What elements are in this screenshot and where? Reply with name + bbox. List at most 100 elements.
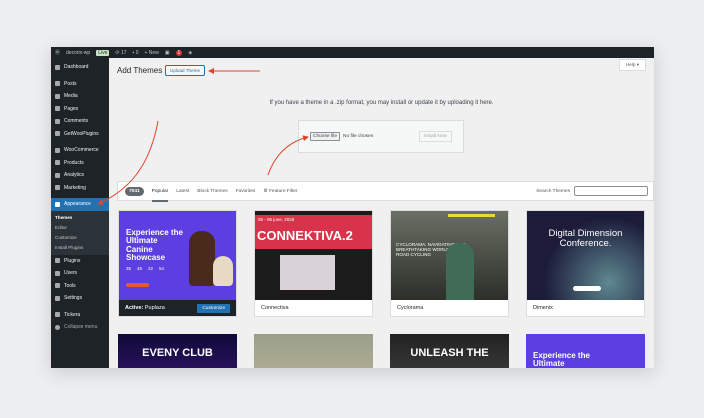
search-input[interactable] <box>574 186 648 196</box>
theme-headline: Experience the Ultimate Canine Showcase <box>126 228 183 263</box>
choose-file-button[interactable]: Choose file <box>310 132 340 141</box>
tab-favorites[interactable]: Favorites <box>236 189 256 194</box>
submenu-editor[interactable]: Editor <box>51 223 109 233</box>
search-themes: Search Themes <box>536 186 648 196</box>
comments-count: 0 <box>135 49 139 56</box>
brush-icon <box>55 201 60 207</box>
settings-icon <box>55 295 60 301</box>
theme-name: Cyclorama <box>397 305 424 311</box>
theme-headline: Digital Dimension Conference. <box>548 228 623 249</box>
analytics-icon <box>55 172 60 178</box>
yoast-icon[interactable]: ▣ <box>165 50 170 56</box>
theme-screenshot: Experience the Ultimate Canine <box>526 334 645 368</box>
sidebar-item-appearance[interactable]: Appearance <box>51 198 109 211</box>
label: Tools <box>64 282 76 289</box>
counter: 22 <box>148 266 154 271</box>
tab-block-themes[interactable]: Block Themes <box>197 189 227 194</box>
theme-card-puplaza[interactable]: Experience the Ultimate Canine Showcase … <box>118 210 237 317</box>
theme-screenshot: 05 - 06 june, 2026 CONNEKTIVA.2 <box>255 211 372 300</box>
sidebar-item-getwooplugins[interactable]: GetWooPlugins <box>51 128 109 141</box>
theme-card-dimenix[interactable]: Digital Dimension Conference. Dimenix <box>526 210 645 317</box>
label: Settings <box>64 295 83 302</box>
theme-count: 7041 <box>125 186 144 196</box>
wrench-icon <box>55 283 60 289</box>
sidebar-item-woocommerce[interactable]: WooCommerce <box>51 144 109 157</box>
updates-link[interactable]: ⟳ 17 <box>115 50 126 56</box>
label: Posts <box>64 80 77 87</box>
appearance-submenu: Themes Editor Customize Install Plugins <box>51 210 109 255</box>
collapse-menu[interactable]: Collapse menu <box>51 321 109 334</box>
new-link[interactable]: + New <box>145 50 159 56</box>
theme-screenshot: EVENY CLUB <box>118 334 237 368</box>
theme-filter-bar: 7041 Popular Latest Block Themes Favorit… <box>117 181 654 202</box>
active-label: Active: <box>125 305 144 311</box>
comment-icon <box>55 118 60 124</box>
sidebar-item-posts[interactable]: Posts <box>51 78 109 91</box>
admin-bar: Ⓦ decorix-wp Live ⟳ 17 ▪ 0 + New ▣ 1 ◈ <box>51 47 654 58</box>
upload-theme-button[interactable]: Upload Theme <box>165 65 206 76</box>
plugin-grid-icon <box>55 131 60 137</box>
tab-latest[interactable]: Latest <box>176 189 189 194</box>
theme-card-connectiva[interactable]: 05 - 06 june, 2026 CONNEKTIVA.2 Connecti… <box>254 210 373 317</box>
theme-screenshot: CYCLORAMA: NAVIGATING THE BREATHTAKING W… <box>391 211 508 300</box>
help-tab[interactable]: Help ▾ <box>618 59 646 71</box>
sidebar-item-pages[interactable]: Pages <box>51 103 109 116</box>
main-content: Add Themes Upload Theme Help ▾ If you ha… <box>109 58 654 368</box>
sidebar-item-analytics[interactable]: Analytics <box>51 169 109 182</box>
sidebar-item-plugins[interactable]: Plugins <box>51 255 109 268</box>
label: Appearance <box>64 201 91 208</box>
feature-filter-button[interactable]: ⚙ Feature Filter <box>263 189 297 194</box>
notification-badge[interactable]: 1 <box>175 49 183 56</box>
install-now-button[interactable]: Install Now <box>418 131 452 142</box>
label: Comments <box>64 118 89 125</box>
theme-date: 05 - 06 june, 2026 <box>258 217 295 222</box>
cyclist-image <box>446 243 474 300</box>
theme-headline: Experience the Ultimate Canine <box>533 351 590 368</box>
label: Pages <box>64 105 79 112</box>
megaphone-icon <box>55 185 60 191</box>
sidebar-item-users[interactable]: Users <box>51 267 109 280</box>
comments-link[interactable]: ▪ 0 <box>133 50 139 56</box>
theme-name: Connectiva <box>261 305 289 311</box>
wordpress-logo-icon[interactable]: Ⓦ <box>55 49 60 56</box>
theme-headline: EVENY CLUB <box>142 347 213 359</box>
label: GetWooPlugins <box>64 130 99 137</box>
submenu-themes[interactable]: Themes <box>51 213 109 223</box>
theme-card[interactable]: UNLEASH THE <box>390 334 509 368</box>
tab-popular[interactable]: Popular <box>151 189 169 202</box>
sidebar-item-dashboard[interactable]: Dashboard <box>51 61 109 74</box>
sidebar-item-tickera[interactable]: Tickera <box>51 309 109 322</box>
sidebar-item-media[interactable]: Media <box>51 90 109 103</box>
browser-window: Ⓦ decorix-wp Live ⟳ 17 ▪ 0 + New ▣ 1 ◈ D… <box>51 47 654 368</box>
theme-card[interactable]: Experience the Ultimate Canine <box>526 334 645 368</box>
customize-button[interactable]: Customize <box>197 303 230 313</box>
counter: 35 <box>126 266 132 271</box>
label: Collapse menu <box>64 324 98 331</box>
sidebar-item-products[interactable]: Products <box>51 157 109 170</box>
theme-card[interactable]: EVENY CLUB <box>118 334 237 368</box>
cta-button-preview <box>573 286 601 291</box>
theme-name: Dimenix <box>533 305 553 311</box>
counter: 54 <box>159 266 165 271</box>
counter: 45 <box>137 266 143 271</box>
site-name-link[interactable]: decorix-wp <box>66 50 90 56</box>
theme-screenshot: UNLEASH THE <box>390 334 509 368</box>
theme-screenshot: Digital Dimension Conference. <box>527 211 644 300</box>
pin-icon <box>55 81 60 87</box>
theme-screenshot: Experience the Ultimate Canine Showcase … <box>119 211 236 300</box>
theme-name: Puplaza <box>144 305 165 311</box>
pages-icon <box>55 106 60 112</box>
sidebar-item-marketing[interactable]: Marketing <box>51 182 109 195</box>
sidebar-item-settings[interactable]: Settings <box>51 292 109 305</box>
submenu-install-plugins[interactable]: Install Plugins <box>51 243 109 253</box>
submenu-customize[interactable]: Customize <box>51 233 109 243</box>
sidebar-item-tools[interactable]: Tools <box>51 280 109 293</box>
theme-card[interactable] <box>254 334 373 368</box>
label: Users <box>64 270 78 277</box>
sidebar-item-comments[interactable]: Comments <box>51 115 109 128</box>
theme-screenshot <box>254 334 373 368</box>
settings-icon[interactable]: ◈ <box>188 50 192 56</box>
admin-sidebar: Dashboard Posts Media Pages Comments Get… <box>51 58 109 368</box>
live-badge: Live <box>96 49 110 56</box>
theme-card-cyclorama[interactable]: CYCLORAMA: NAVIGATING THE BREATHTAKING W… <box>390 210 509 317</box>
